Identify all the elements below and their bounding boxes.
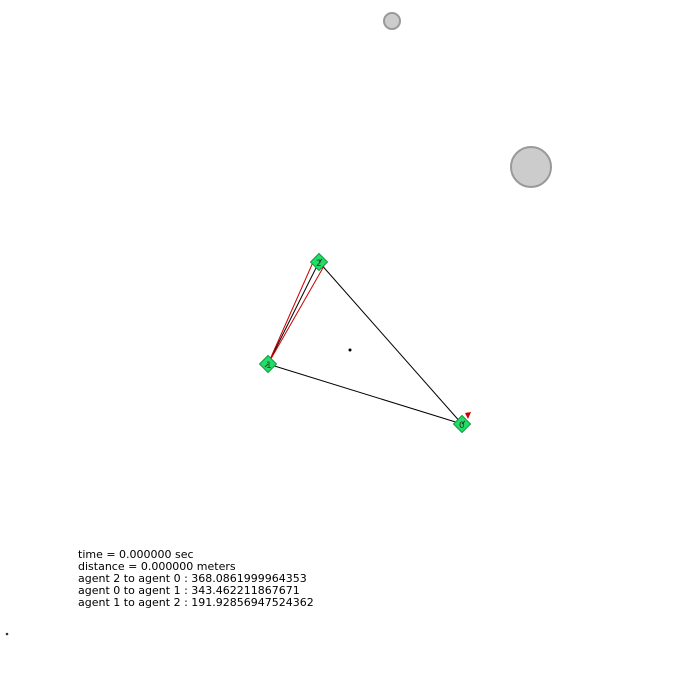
agent-2-label: 2 (316, 259, 322, 269)
formation-centroid-dot (348, 348, 352, 352)
sensor-ray-1 (267, 259, 315, 365)
sensor-ray-2 (267, 265, 325, 365)
agent-2: 2 (309, 252, 329, 272)
simulation-readout: time = 0.000000 sec distance = 0.000000 … (78, 549, 314, 609)
pair-distance-1-2: agent 1 to agent 2 : 191.92856947524362 (78, 596, 314, 609)
agent-1-label: 1 (266, 361, 272, 371)
link-agent-0-to-agent-1 (267, 363, 463, 425)
agent-0-label: 0 (459, 421, 465, 431)
goal-marker-icon (465, 412, 471, 419)
obstacle-large (510, 146, 552, 188)
agent-1: 1 (258, 354, 278, 374)
origin-dot (5, 632, 9, 636)
link-agent-1-to-agent-2 (267, 261, 320, 365)
obstacle-small (383, 12, 401, 30)
link-agent-2-to-agent-0 (318, 261, 463, 425)
